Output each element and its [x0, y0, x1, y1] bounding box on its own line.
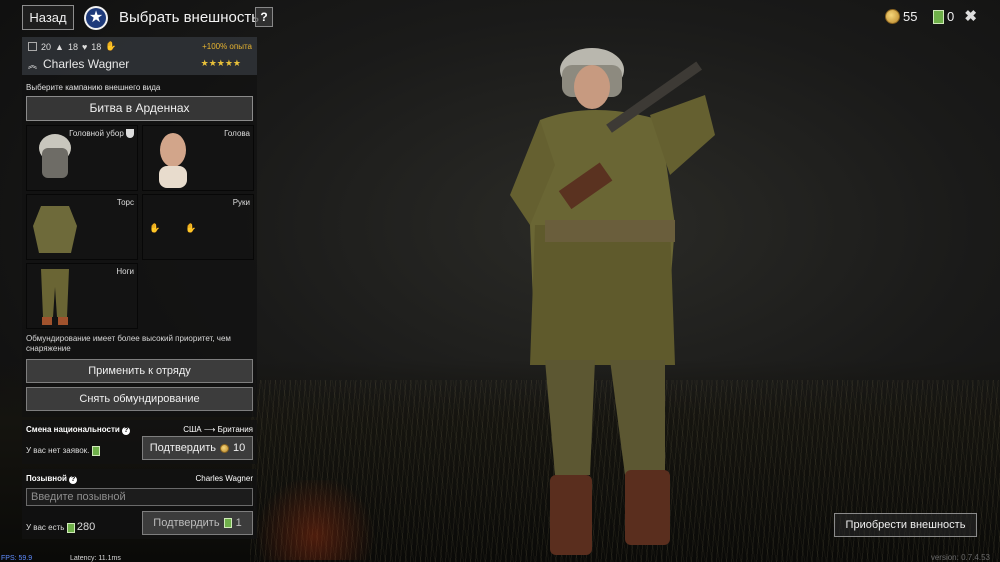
slot-hands[interactable]: ✋ ✋ Руки [142, 194, 254, 260]
slot-label: Руки [232, 198, 250, 207]
soldier-stats: 20 ▲ 18 ♥ 18 ✋ [28, 41, 117, 52]
callsign-section: Позывной ? Charles Wagner Введите позывн… [22, 469, 257, 539]
stat-1: 20 [41, 41, 52, 52]
trousers-icon [41, 269, 69, 325]
gold-coin-icon [220, 443, 230, 453]
soldier-character [510, 48, 715, 555]
nationality-orders: У вас нет заявок. [26, 446, 100, 456]
hand-icon: ✋ [105, 41, 117, 51]
slot-empty [142, 263, 254, 329]
callsign-input[interactable]: Введите позывной [26, 488, 253, 506]
callsign-have: У вас есть 280 [26, 521, 96, 533]
shield-icon [126, 129, 134, 139]
ticket-icon [223, 518, 232, 528]
level-icon [28, 42, 37, 51]
soldier-name-row: ︽ Charles Wagner [28, 57, 129, 71]
priority-note: Обмундирование имеет более высокий приор… [26, 334, 231, 353]
slot-headwear[interactable]: Головной убор [26, 125, 138, 191]
callsign-current: Charles Wagner [195, 474, 253, 483]
help-icon[interactable]: ? [122, 427, 131, 435]
soldier-name: Charles Wagner [43, 57, 130, 71]
buy-appearance-button[interactable]: Приобрести внешность [834, 513, 977, 537]
slot-label: Торс [116, 198, 134, 207]
latency-counter: Latency: 11.1ms [70, 555, 121, 562]
ticket-currency: 0 [933, 9, 954, 24]
stat-2: 18 [67, 41, 78, 52]
nationality-route: США ⟶ Британия [183, 425, 253, 434]
rank-chevron-icon: ︽ [28, 59, 38, 70]
gold-amount: 55 [903, 9, 918, 24]
remove-uniform-button[interactable]: Снять обмундирование [26, 387, 253, 411]
boot-icon: ▲ [55, 41, 64, 52]
fps-counter: FPS: 59.9 [1, 555, 33, 562]
campaign-select-button[interactable]: Битва в Арденнах [26, 96, 253, 121]
appearance-panel: 20 ▲ 18 ♥ 18 ✋ +100% опыта ︽ Charles Wag… [22, 37, 257, 539]
callsign-confirm-button[interactable]: Подтвердить 1 [142, 511, 253, 535]
close-button[interactable]: ✖ [964, 7, 977, 25]
background-embers [255, 480, 455, 560]
help-icon[interactable]: ? [69, 476, 78, 484]
slot-legs[interactable]: Ноги [26, 263, 138, 329]
version-label: version: 0.7.4.53 [930, 553, 990, 562]
soldier-profile-card: 20 ▲ 18 ♥ 18 ✋ +100% опыта ︽ Charles Wag… [22, 37, 257, 75]
gold-currency: 55 [885, 9, 917, 24]
slot-head[interactable]: Голова [142, 125, 254, 191]
heart-icon: ♥ [81, 41, 88, 52]
help-button[interactable]: ? [255, 7, 273, 27]
usa-faction-icon: ★ [84, 6, 108, 30]
ticket-icon [91, 446, 100, 456]
gold-coin-icon [885, 9, 900, 24]
nationality-change-section: Смена национальности ? США ⟶ Британия У … [22, 420, 257, 464]
slot-torso[interactable]: Торс [26, 194, 138, 260]
helmet-icon [39, 134, 71, 178]
appearance-section: Выберите кампанию внешнего вида Битва в … [22, 75, 257, 417]
coat-icon [33, 206, 77, 253]
slot-label: Ноги [116, 267, 134, 276]
soldier-rating: ★★★★★ [200, 58, 241, 68]
top-bar: Назад ★ Выбрать внешность ? 55 0 ✖ [0, 0, 1000, 36]
nationality-title: Смена национальности ? [26, 425, 131, 435]
back-button[interactable]: Назад [22, 5, 74, 30]
ticket-icon [933, 9, 944, 24]
callsign-title: Позывной ? [26, 474, 78, 484]
page-title: Выбрать внешность [119, 9, 260, 26]
slot-label: Головной убор [69, 129, 134, 139]
head-icon [159, 133, 187, 188]
campaign-label: Выберите кампанию внешнего вида [26, 83, 161, 92]
apply-to-squad-button[interactable]: Применить к отряду [26, 359, 253, 383]
ticket-amount: 0 [947, 9, 955, 24]
gloves-icon: ✋ ✋ [149, 223, 197, 233]
exp-bonus: +100% опыта [202, 42, 252, 51]
stat-3: 18 [91, 41, 102, 52]
nationality-confirm-button[interactable]: Подтвердить 10 [142, 436, 253, 460]
arrow-right-icon: ⟶ [203, 425, 216, 434]
equipment-slots: Головной убор Голова Торс ✋ ✋ Руки Ноги [22, 121, 257, 329]
slot-label: Голова [224, 129, 250, 138]
ticket-icon [66, 522, 75, 533]
